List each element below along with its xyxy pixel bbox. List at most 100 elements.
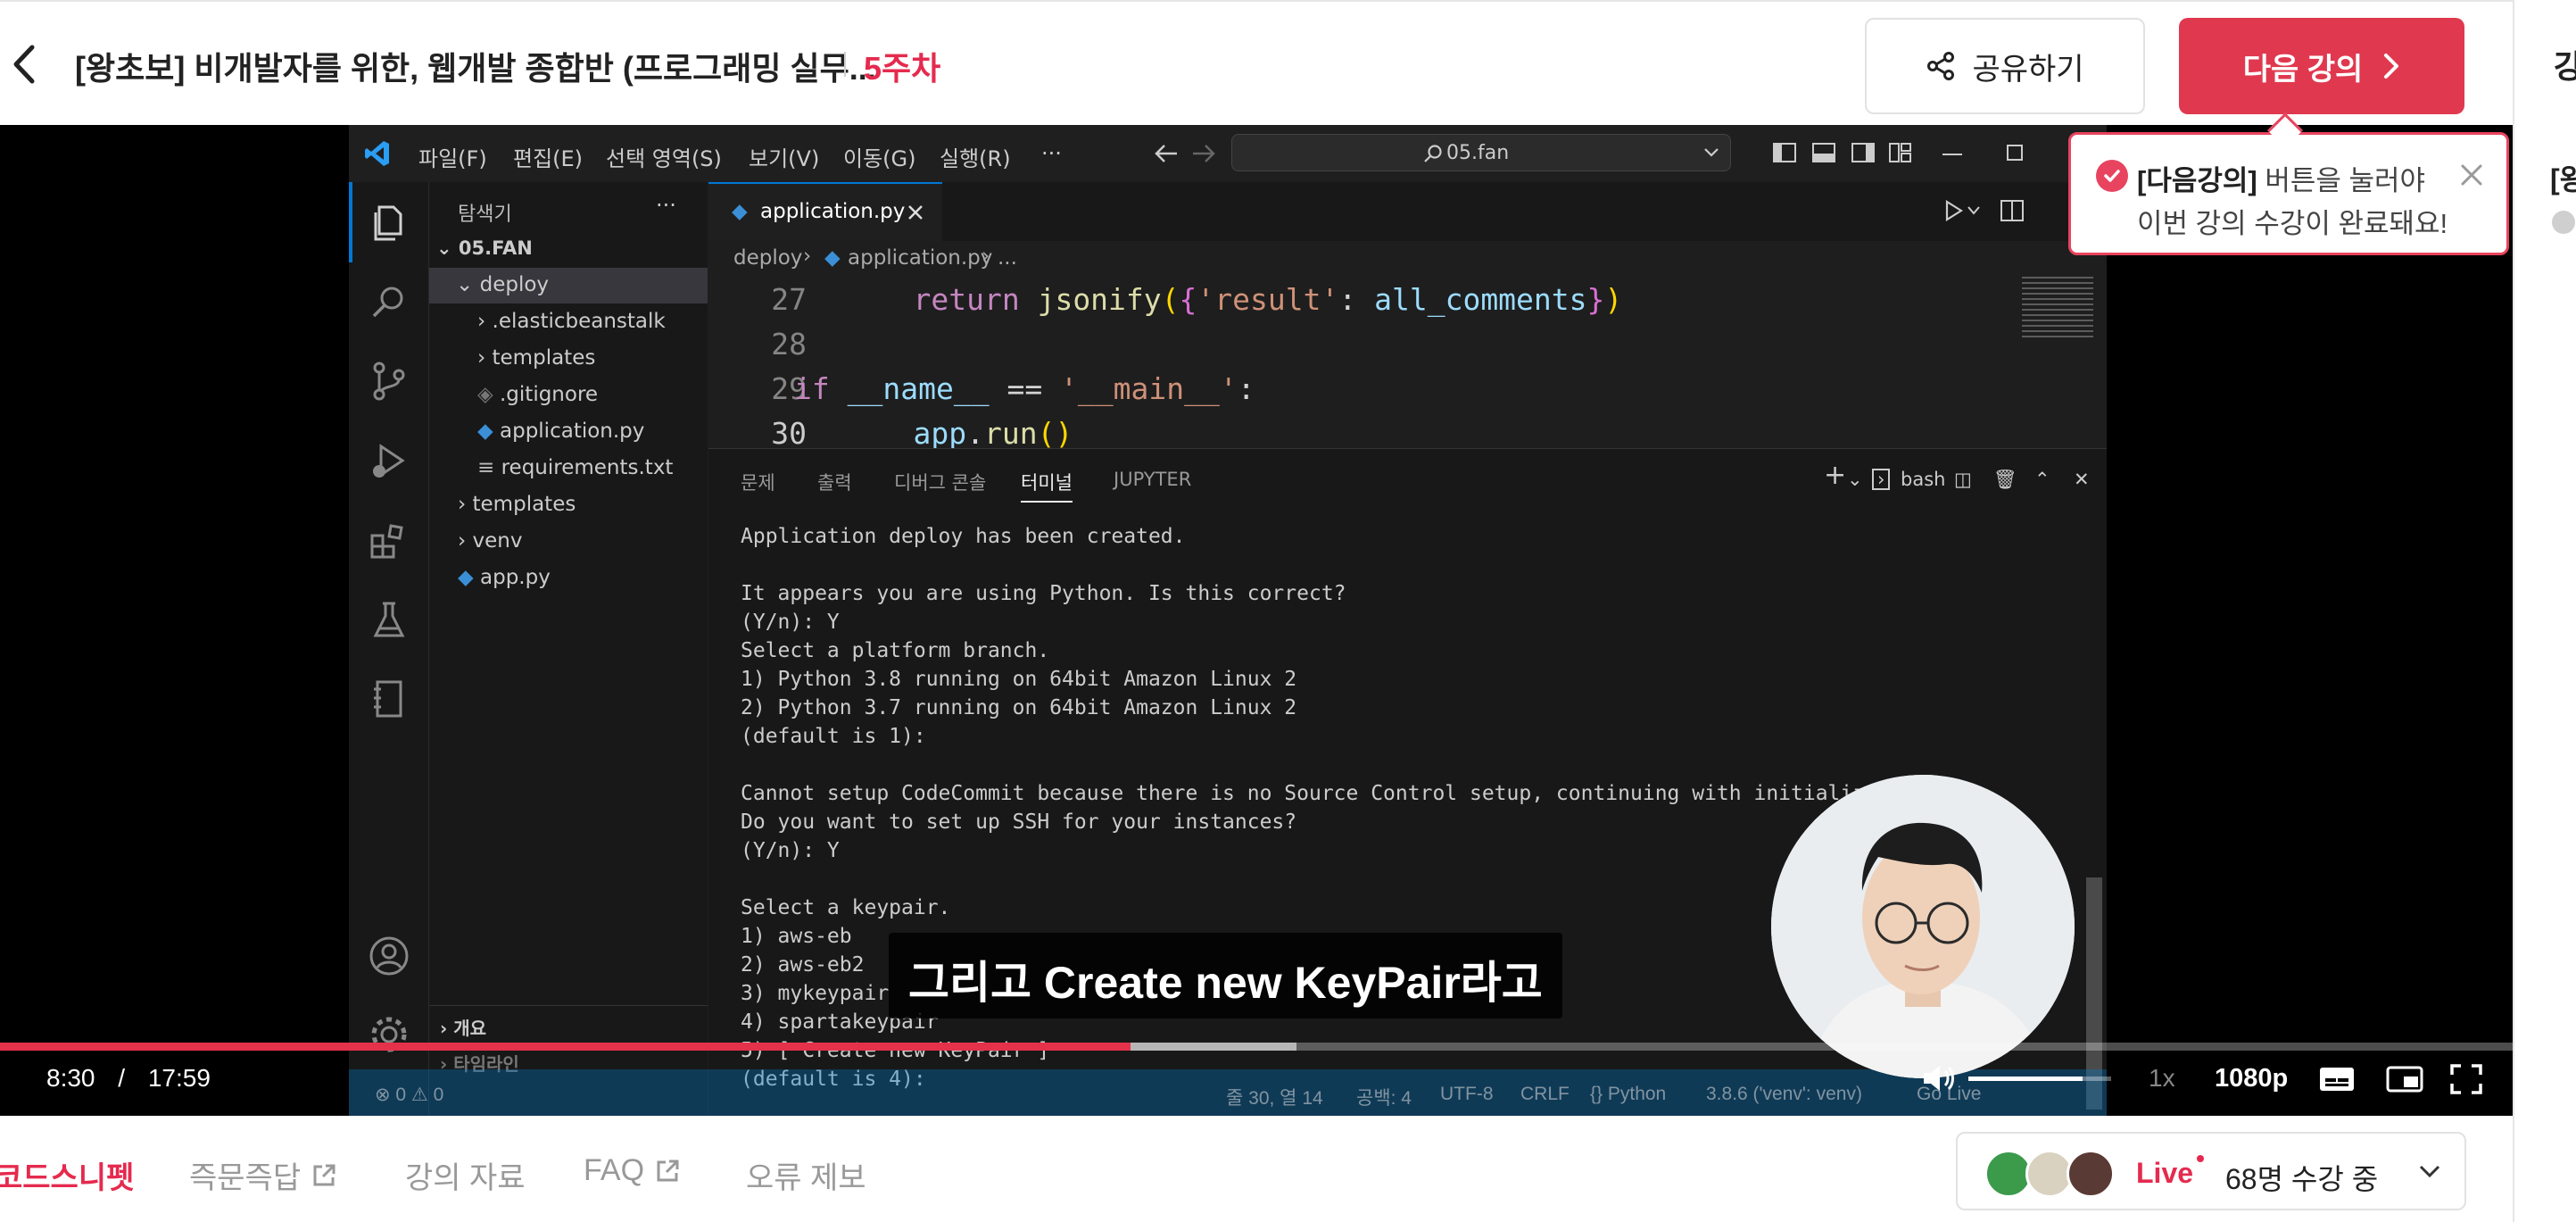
breadcrumb-symbol[interactable]: ...	[998, 246, 1017, 270]
chevron-right-icon: ›	[477, 346, 493, 370]
split-terminal-icon[interactable]: ◫	[1954, 469, 1972, 490]
outline-section[interactable]: › 개요	[440, 1014, 486, 1040]
tree-item-templates[interactable]: › templates	[477, 346, 595, 370]
close-icon[interactable]	[2456, 160, 2487, 190]
menu-selection[interactable]: 선택 영역(S)	[606, 141, 722, 172]
text-file-icon: ≡	[477, 456, 501, 479]
status-indentation: 공백: 4	[1356, 1088, 1412, 1109]
testing-icon[interactable]	[367, 598, 411, 643]
tab-report-error[interactable]: 오류 제보	[746, 1153, 866, 1197]
live-viewer-count: 68명 수강 중	[2225, 1163, 2379, 1195]
video-subtitle: 그리고 Create new KeyPair라고	[889, 933, 1562, 1018]
python-file-icon: ◆	[732, 200, 748, 223]
tab-faq[interactable]: FAQ	[584, 1153, 680, 1188]
source-control-icon[interactable]	[367, 359, 411, 403]
terminal-line: 1) Python 3.8 running on 64bit Amazon Li…	[741, 668, 1297, 691]
tree-item-app-py[interactable]: ◆ app.py	[458, 566, 551, 589]
menu-more[interactable]: ···	[1041, 141, 1062, 166]
line-number: 28	[771, 327, 807, 362]
week-label: 5주차	[864, 50, 941, 87]
share-button[interactable]: 공유하기	[1865, 18, 2145, 114]
close-icon[interactable]	[907, 204, 924, 221]
video-player[interactable]: 파일(F) 편집(E) 선택 영역(S) 보기(V) 이동(G) 실행(R) ·…	[0, 125, 2513, 1116]
toggle-panel-icon[interactable]	[1812, 143, 1835, 162]
shell-label[interactable]: bash	[1901, 469, 1945, 490]
split-editor-icon[interactable]	[2000, 200, 2024, 221]
tree-item-deploy[interactable]: ⌄ deploy	[456, 273, 549, 296]
tab-problems[interactable]: 문제	[741, 469, 775, 495]
search-icon[interactable]	[367, 280, 411, 325]
explorer-more-icon[interactable]: ···	[656, 193, 676, 218]
chevron-right-icon: ›	[440, 1018, 454, 1039]
fullscreen-icon[interactable]	[2450, 1064, 2482, 1094]
playback-speed[interactable]: 1x	[2149, 1064, 2175, 1093]
menu-run[interactable]: 실행(R)	[940, 141, 1011, 172]
explorer-icon[interactable]	[367, 200, 411, 245]
chevron-left-icon	[13, 45, 35, 84]
python-file-icon: ◆	[477, 420, 500, 443]
chevron-down-icon[interactable]: ⌄	[1847, 469, 1863, 490]
breadcrumb-folder[interactable]: deploy	[733, 246, 802, 270]
close-panel-icon[interactable]: ✕	[2074, 469, 2090, 490]
menu-view[interactable]: 보기(V)	[749, 141, 819, 172]
menu-go[interactable]: 이동(G)	[843, 141, 915, 172]
notebook-icon[interactable]	[367, 677, 411, 721]
tree-item-application-py[interactable]: ◆ application.py	[477, 420, 644, 443]
new-terminal-icon[interactable]: +	[1824, 460, 1846, 491]
toggle-secondary-sidebar-icon[interactable]	[1851, 143, 1875, 162]
side-panel-item[interactable]: [왕	[2550, 157, 2576, 198]
minimap[interactable]	[2022, 277, 2093, 339]
tree-item-templates-root[interactable]: › templates	[458, 493, 576, 516]
volume-slider[interactable]	[1968, 1077, 2111, 1081]
restore-icon[interactable]	[2007, 145, 2023, 161]
outline-label: 개요	[453, 1018, 487, 1039]
maximize-panel-icon[interactable]: ⌃	[2034, 469, 2050, 490]
tree-item-elasticbeanstalk[interactable]: › .elasticbeanstalk	[477, 310, 666, 333]
trash-icon[interactable]: 🗑	[1993, 469, 2017, 491]
tab-debug-console[interactable]: 디버그 콘솔	[894, 469, 986, 495]
subtitles-icon[interactable]	[2318, 1066, 2356, 1093]
minimize-icon[interactable]	[1942, 154, 1962, 155]
live-label: Live	[2136, 1157, 2194, 1189]
external-link-icon	[657, 1160, 679, 1181]
tab-code-snippet[interactable]: 코드스니펫	[0, 1153, 134, 1197]
tab-terminal[interactable]: 터미널	[1021, 469, 1073, 503]
customize-layout-icon[interactable]	[1889, 143, 1912, 162]
tab-application-py[interactable]: ◆ application.py	[708, 182, 942, 241]
volume-icon[interactable]	[1920, 1062, 1956, 1094]
chevron-down-icon[interactable]	[1967, 205, 1981, 216]
video-progress-bar[interactable]	[0, 1043, 2513, 1051]
tab-label: application.py	[760, 200, 906, 223]
tree-item-venv[interactable]: › venv	[458, 529, 522, 553]
account-icon[interactable]	[367, 934, 411, 978]
tree-item-label: deploy	[479, 273, 550, 296]
back-button[interactable]	[2, 37, 46, 91]
code-editor[interactable]: 27 return jsonify({'result': all_comment…	[708, 277, 2107, 451]
tree-item-label: .elasticbeanstalk	[492, 310, 666, 333]
volume-level	[1968, 1077, 2083, 1081]
run-icon[interactable]	[1943, 200, 1963, 221]
arrow-left-icon[interactable]	[1154, 143, 1179, 164]
tree-item-requirements[interactable]: ≡ requirements.txt	[477, 456, 673, 479]
breadcrumb-file[interactable]: application.py	[848, 246, 992, 270]
tab-qna[interactable]: 즉문즉답	[189, 1153, 336, 1197]
menu-edit[interactable]: 편집(E)	[513, 141, 583, 172]
menu-file[interactable]: 파일(F)	[418, 141, 487, 172]
tab-report-error-label: 오류 제보	[746, 1161, 866, 1195]
tab-output[interactable]: 출력	[817, 469, 852, 495]
python-file-icon: ◆	[458, 566, 480, 589]
live-viewers-box[interactable]: Live 68명 수강 중	[1956, 1132, 2466, 1210]
tab-jupyter[interactable]: JUPYTER	[1114, 469, 1191, 490]
next-lecture-button[interactable]: 다음 강의	[2179, 18, 2464, 114]
toggle-sidebar-icon[interactable]	[1773, 143, 1796, 162]
extensions-icon[interactable]	[367, 520, 411, 564]
command-center-search[interactable]: 05.fan	[1231, 134, 1731, 171]
tab-materials[interactable]: 강의 자료	[405, 1153, 526, 1197]
explorer-root-folder[interactable]: ⌄ 05.FAN	[436, 237, 533, 259]
line-number: 30	[771, 416, 807, 451]
quality-selector[interactable]: 1080p	[2215, 1064, 2288, 1093]
arrow-right-icon[interactable]	[1191, 143, 1216, 164]
tree-item-gitignore[interactable]: ◈ .gitignore	[477, 383, 598, 406]
picture-in-picture-icon[interactable]	[2386, 1066, 2423, 1093]
run-debug-icon[interactable]	[367, 439, 411, 484]
